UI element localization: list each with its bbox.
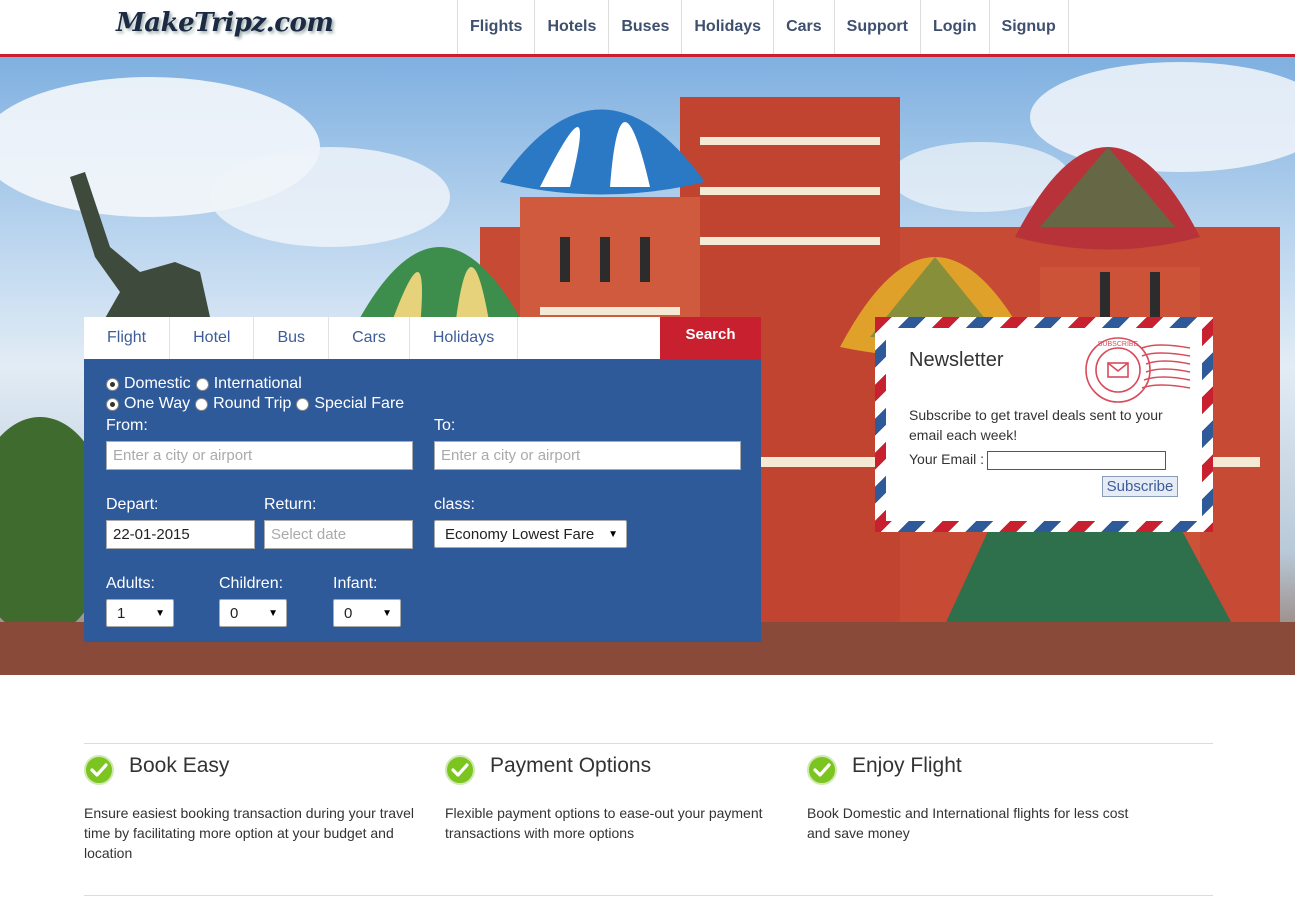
feature-description: Book Domestic and International flights … xyxy=(807,805,1129,841)
domestic-label: Domestic xyxy=(124,375,191,392)
postmark-stamp-icon: SUBSCRIBE xyxy=(1085,337,1191,403)
newsletter-card: Newsletter SUBSCRIBE Subscribe to get tr… xyxy=(886,328,1202,521)
check-circle-icon xyxy=(84,755,114,785)
divider-bottom xyxy=(84,895,1213,896)
one-way-radio[interactable] xyxy=(106,397,119,411)
domestic-radio[interactable] xyxy=(106,377,119,391)
nav-hotels[interactable]: Hotels xyxy=(534,0,608,54)
stamp-text: SUBSCRIBE xyxy=(1098,341,1139,348)
return-label: Return: xyxy=(264,496,317,513)
check-circle-icon xyxy=(807,755,837,785)
nav-buses[interactable]: Buses xyxy=(608,0,681,54)
adults-label: Adults: xyxy=(106,575,155,592)
children-label: Children: xyxy=(219,575,284,592)
nav-cars[interactable]: Cars xyxy=(773,0,834,54)
round-trip-label: Round Trip xyxy=(213,395,292,412)
main-nav: Flights Hotels Buses Holidays Cars Suppo… xyxy=(457,0,1069,54)
chevron-down-icon: ▼ xyxy=(382,608,392,619)
infant-select-value: 0 xyxy=(344,605,353,622)
adults-select-value: 1 xyxy=(117,605,126,622)
check-circle-icon xyxy=(445,755,475,785)
chevron-down-icon: ▼ xyxy=(268,608,278,619)
newsletter-description: Subscribe to get travel deals sent to yo… xyxy=(909,407,1163,443)
special-fare-label: Special Fare xyxy=(314,395,405,412)
nav-login[interactable]: Login xyxy=(919,0,989,54)
round-trip-radio[interactable] xyxy=(195,397,209,411)
email-label: Your Email : xyxy=(909,451,984,467)
return-date-input[interactable]: Select date xyxy=(264,520,413,549)
adults-select[interactable]: 1 ▼ xyxy=(106,599,174,627)
special-fare-radio[interactable] xyxy=(296,397,310,411)
tab-cars[interactable]: Cars xyxy=(329,317,410,359)
feature-description: Ensure easiest booking transaction durin… xyxy=(84,805,414,861)
chevron-down-icon: ▼ xyxy=(155,608,165,619)
nav-signup[interactable]: Signup xyxy=(988,0,1069,54)
international-label: International xyxy=(213,375,302,392)
children-select[interactable]: 0 ▼ xyxy=(219,599,287,627)
feature-title: Book Easy xyxy=(129,754,230,777)
international-radio[interactable] xyxy=(195,377,209,391)
divider-top xyxy=(84,743,1213,744)
infant-select[interactable]: 0 ▼ xyxy=(333,599,401,627)
depart-date-input[interactable]: 22-01-2015 xyxy=(106,520,255,549)
subscribe-button[interactable]: Subscribe xyxy=(1102,476,1178,497)
tab-flight[interactable]: Flight xyxy=(84,317,171,359)
feature-title: Enjoy Flight xyxy=(852,754,962,777)
from-input[interactable]: Enter a city or airport xyxy=(106,441,413,470)
tab-holidays[interactable]: Holidays xyxy=(410,317,519,359)
site-header: MakeTripz.com Flights Hotels Buses Holid… xyxy=(0,0,1295,57)
to-input[interactable]: Enter a city or airport xyxy=(434,441,741,470)
nav-support[interactable]: Support xyxy=(833,0,920,54)
one-way-label: One Way xyxy=(124,395,191,412)
class-select[interactable]: Economy Lowest Fare ▼ xyxy=(434,520,627,548)
trip-type-group: One Way Round Trip Special Fare xyxy=(106,395,404,413)
class-label: class: xyxy=(434,496,475,513)
from-label: From: xyxy=(106,417,148,434)
site-logo[interactable]: MakeTripz.com xyxy=(116,8,334,38)
tab-bus[interactable]: Bus xyxy=(254,317,330,359)
trip-scope-group: Domestic International xyxy=(106,375,302,393)
nav-flights[interactable]: Flights xyxy=(457,0,534,54)
depart-label: Depart: xyxy=(106,496,159,513)
search-button[interactable]: Search xyxy=(660,317,761,359)
feature-description: Flexible payment options to ease-out you… xyxy=(445,805,763,841)
feature-title: Payment Options xyxy=(490,754,652,777)
chevron-down-icon: ▼ xyxy=(608,529,618,540)
email-input[interactable] xyxy=(987,451,1166,470)
search-tabs: Flight Hotel Bus Cars Holidays Search xyxy=(84,317,761,359)
children-select-value: 0 xyxy=(230,605,239,622)
newsletter-title: Newsletter xyxy=(909,349,1004,371)
flight-search-panel: Domestic International One Way Round Tri… xyxy=(84,359,761,642)
nav-holidays[interactable]: Holidays xyxy=(681,0,773,54)
class-select-value: Economy Lowest Fare xyxy=(445,526,595,543)
tab-hotel[interactable]: Hotel xyxy=(170,317,255,359)
to-label: To: xyxy=(434,417,456,434)
infant-label: Infant: xyxy=(333,575,378,592)
newsletter-box: Newsletter SUBSCRIBE Subscribe to get tr… xyxy=(875,317,1213,532)
